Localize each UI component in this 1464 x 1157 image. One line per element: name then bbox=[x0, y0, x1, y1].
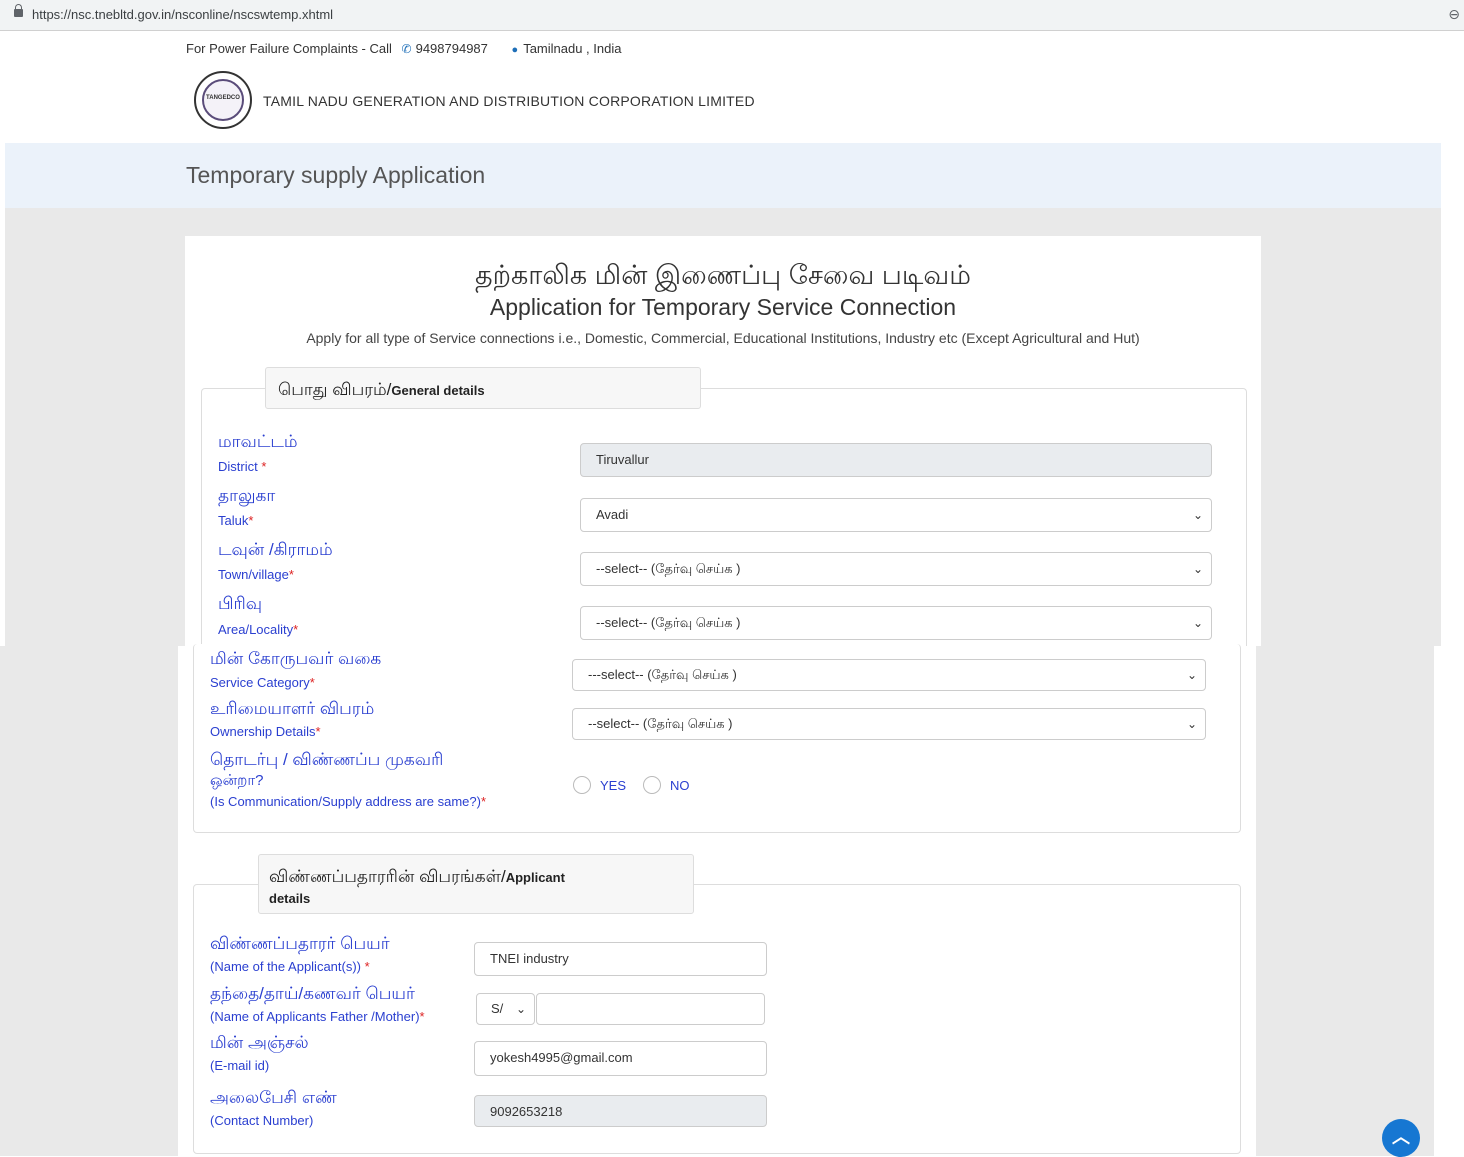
category-select-value: ---select-- (தேர்வு செய்க ) bbox=[588, 667, 737, 682]
page-top-section: For Power Failure Complaints - Call ✆ 949… bbox=[5, 31, 1441, 658]
area-label-ta: பிரிவு bbox=[218, 594, 263, 613]
taluk-select-value: Avadi bbox=[596, 507, 629, 522]
area-label-en: Area/Locality* bbox=[218, 622, 299, 637]
page-title: Temporary supply Application bbox=[186, 162, 486, 188]
ownership-label-ta: உரிமையாளர் விபரம் bbox=[210, 699, 375, 718]
no-radio[interactable] bbox=[643, 776, 661, 794]
chevron-down-icon: ⌄ bbox=[1186, 668, 1197, 682]
phone-icon: ✆ bbox=[401, 42, 412, 56]
category-select[interactable]: ---select-- (தேர்வு செய்க ) ⌄ bbox=[572, 659, 1206, 691]
district-label-ta: மாவட்டம் bbox=[218, 432, 298, 451]
tangedco-logo[interactable]: TANGEDCO bbox=[194, 71, 252, 129]
chevron-down-icon: ⌄ bbox=[1192, 508, 1203, 522]
town-label-en: Town/village* bbox=[218, 567, 294, 582]
category-label-en: Service Category* bbox=[210, 675, 315, 690]
prefix-value: S/ bbox=[491, 1001, 504, 1016]
applicant-name-label-en: (Name of the Applicant(s)) * bbox=[210, 959, 370, 974]
legend-tamil: பொது விபரம்/ bbox=[278, 380, 392, 399]
chevron-down-icon: ⌄ bbox=[1192, 616, 1203, 630]
complaint-text: For Power Failure Complaints - Call bbox=[186, 41, 392, 56]
taluk-select[interactable]: Avadi ⌄ bbox=[580, 498, 1212, 532]
applicant-name-input[interactable]: TNEI industry bbox=[474, 942, 767, 976]
district-field[interactable]: Tiruvallur bbox=[580, 443, 1212, 477]
yes-radio-label[interactable]: YES bbox=[600, 778, 626, 793]
form-title-english: Application for Temporary Service Connec… bbox=[489, 294, 957, 320]
legend-english: General details bbox=[391, 383, 485, 398]
title-band: Temporary supply Application bbox=[5, 143, 1441, 208]
contact-line: For Power Failure Complaints - Call ✆ 949… bbox=[186, 41, 621, 56]
father-prefix-select[interactable]: S/ ⌄ bbox=[476, 993, 535, 1025]
form-card-continued: மின் கோருபவர் வகை Service Category* ---s… bbox=[178, 644, 1256, 1156]
father-name-label-en: (Name of Applicants Father /Mother)* bbox=[210, 1009, 425, 1024]
same-address-label-ta-1: தொடர்பு / விண்ணப்ப முகவரி bbox=[210, 750, 444, 769]
same-address-label-en: (Is Communication/Supply address are sam… bbox=[210, 794, 487, 809]
legend-english-2: details bbox=[269, 891, 311, 906]
email-label-en: (E-mail id) bbox=[210, 1058, 270, 1073]
form-subtitle: Apply for all type of Service connection… bbox=[306, 330, 1140, 346]
site-header: For Power Failure Complaints - Call ✆ 949… bbox=[5, 31, 1441, 143]
logo-text: TANGEDCO bbox=[206, 95, 240, 101]
town-select-value: --select-- (தேர்வு செய்க ) bbox=[596, 561, 741, 576]
contact-label-en: (Contact Number) bbox=[210, 1113, 314, 1128]
page-bottom-section: மின் கோருபவர் வகை Service Category* ---s… bbox=[0, 644, 1434, 1156]
father-name-label-ta: தந்தை/தாய்/கணவர் பெயர் bbox=[210, 984, 415, 1003]
legend-tamil: விண்ணப்பதாரரின் விபரங்கள்/ bbox=[269, 867, 506, 886]
zoom-icon[interactable]: ⊖ bbox=[1448, 6, 1460, 23]
scroll-to-top-button[interactable]: ︿ bbox=[1382, 1119, 1420, 1157]
district-label-en: District * bbox=[218, 459, 267, 474]
legend-english-1: Applicant bbox=[505, 870, 565, 885]
email-input[interactable]: yokesh4995@gmail.com bbox=[474, 1041, 767, 1076]
chevron-down-icon: ⌄ bbox=[1186, 717, 1197, 731]
contact-number-field[interactable]: 9092653218 bbox=[474, 1095, 767, 1127]
lock-icon bbox=[14, 4, 23, 17]
general-details-legend: பொது விபரம்/General details bbox=[265, 367, 701, 409]
category-label-ta: மின் கோருபவர் வகை bbox=[210, 649, 382, 668]
same-address-label-ta-2: ஒன்றா? bbox=[210, 772, 264, 789]
taluk-label-ta: தாலுகா bbox=[218, 486, 276, 505]
ownership-select[interactable]: --select-- (தேர்வு செய்க ) ⌄ bbox=[572, 708, 1206, 740]
form-card: தற்காலிக மின் இணைப்பு சேவை படிவம் Applic… bbox=[185, 236, 1261, 658]
town-label-ta: டவுன் /கிராமம் bbox=[218, 540, 333, 559]
applicant-name-label-ta: விண்ணப்பதாரர் பெயர் bbox=[210, 934, 390, 953]
no-radio-label[interactable]: NO bbox=[670, 778, 690, 793]
father-name-input[interactable] bbox=[536, 993, 765, 1025]
chevron-up-icon: ︿ bbox=[1392, 1127, 1410, 1147]
yes-radio[interactable] bbox=[573, 776, 591, 794]
contact-label-ta: அலைபேசி எண் bbox=[210, 1088, 337, 1107]
phone-number[interactable]: 9498794987 bbox=[416, 41, 488, 56]
url-text[interactable]: https://nsc.tnebltd.gov.in/nsconline/nsc… bbox=[32, 7, 333, 22]
ownership-label-en: Ownership Details* bbox=[210, 724, 321, 739]
area-select-value: --select-- (தேர்வு செய்க ) bbox=[596, 615, 741, 630]
taluk-label-en: Taluk* bbox=[218, 513, 254, 528]
chevron-down-icon: ⌄ bbox=[1192, 562, 1203, 576]
area-select[interactable]: --select-- (தேர்வு செய்க ) ⌄ bbox=[580, 606, 1212, 640]
chevron-down-icon: ⌄ bbox=[515, 1002, 526, 1016]
form-title-tamil: தற்காலிக மின் இணைப்பு சேவை படிவம் bbox=[475, 260, 971, 290]
ownership-select-value: --select-- (தேர்வு செய்க ) bbox=[588, 716, 733, 731]
browser-address-bar[interactable]: https://nsc.tnebltd.gov.in/nsconline/nsc… bbox=[0, 0, 1464, 31]
location-text: Tamilnadu , India bbox=[523, 41, 622, 56]
email-label-ta: மின் அஞ்சல் bbox=[210, 1033, 309, 1052]
town-select[interactable]: --select-- (தேர்வு செய்க ) ⌄ bbox=[580, 552, 1212, 586]
applicant-details-legend: விண்ணப்பதாரரின் விபரங்கள்/Applicant deta… bbox=[258, 854, 694, 914]
org-name: TAMIL NADU GENERATION AND DISTRIBUTION C… bbox=[263, 93, 755, 109]
location-pin-icon: ● bbox=[511, 44, 519, 56]
